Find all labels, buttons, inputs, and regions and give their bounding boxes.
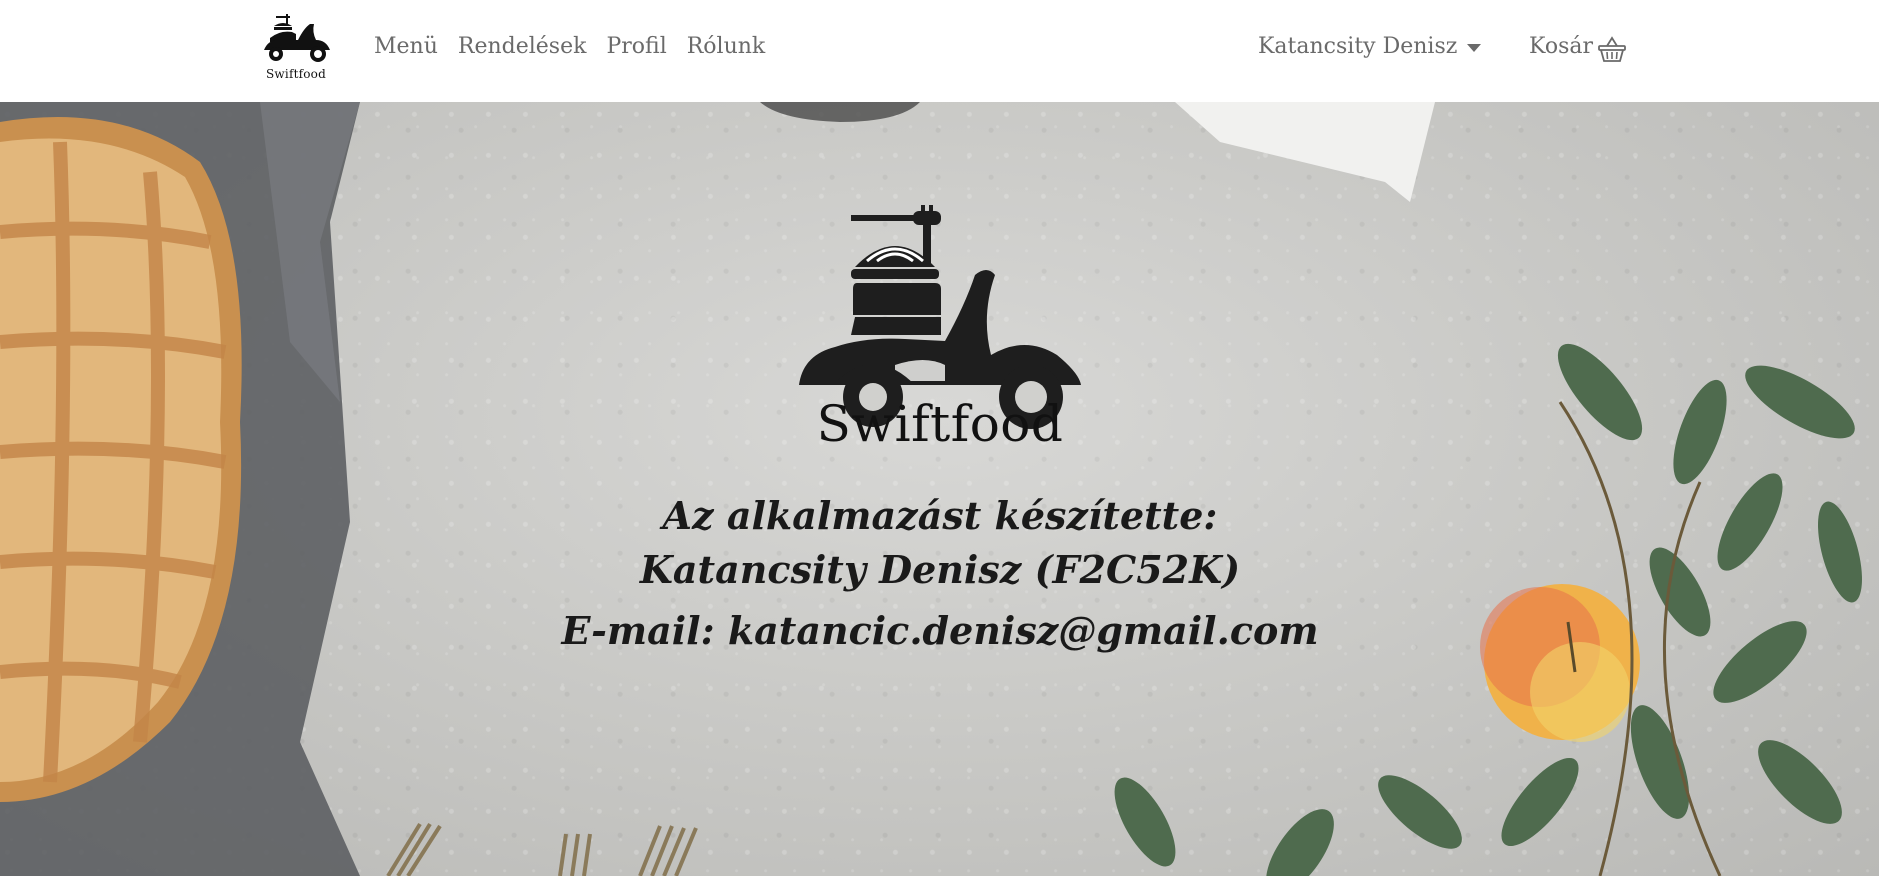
cart-label: Kosár bbox=[1529, 34, 1594, 59]
hero-logo-name: Swiftfood bbox=[816, 395, 1064, 453]
brand-logo[interactable]: Swiftfood bbox=[258, 12, 334, 84]
scooter-delivery-icon bbox=[264, 14, 330, 62]
nav-link-menu[interactable]: Menü bbox=[364, 30, 448, 64]
nav-link-orders[interactable]: Rendelések bbox=[448, 30, 597, 64]
nav-links: Menü Rendelések Profil Rólunk bbox=[364, 30, 775, 64]
credit-heading: Az alkalmazást készítette: bbox=[662, 493, 1218, 538]
cart-link[interactable]: Kosár bbox=[1529, 30, 1627, 64]
credit-email[interactable]: E-mail: katancic.denisz@gmail.com bbox=[540, 608, 1340, 653]
brand-name: Swiftfood bbox=[266, 67, 326, 81]
basket-icon bbox=[1598, 36, 1626, 62]
hero-section: Swiftfood Az alkalmazást készítette: Kat… bbox=[0, 102, 1879, 876]
navbar: Swiftfood Menü Rendelések Profil Rólunk … bbox=[0, 0, 1879, 102]
nav-link-profile[interactable]: Profil bbox=[596, 30, 676, 64]
user-name: Katancsity Denisz bbox=[1258, 34, 1458, 59]
user-dropdown[interactable]: Katancsity Denisz bbox=[1258, 30, 1482, 64]
credit-author: Katancsity Denisz (F2C52K) bbox=[639, 547, 1241, 592]
chevron-down-icon bbox=[1467, 44, 1482, 52]
nav-link-about[interactable]: Rólunk bbox=[677, 30, 776, 64]
